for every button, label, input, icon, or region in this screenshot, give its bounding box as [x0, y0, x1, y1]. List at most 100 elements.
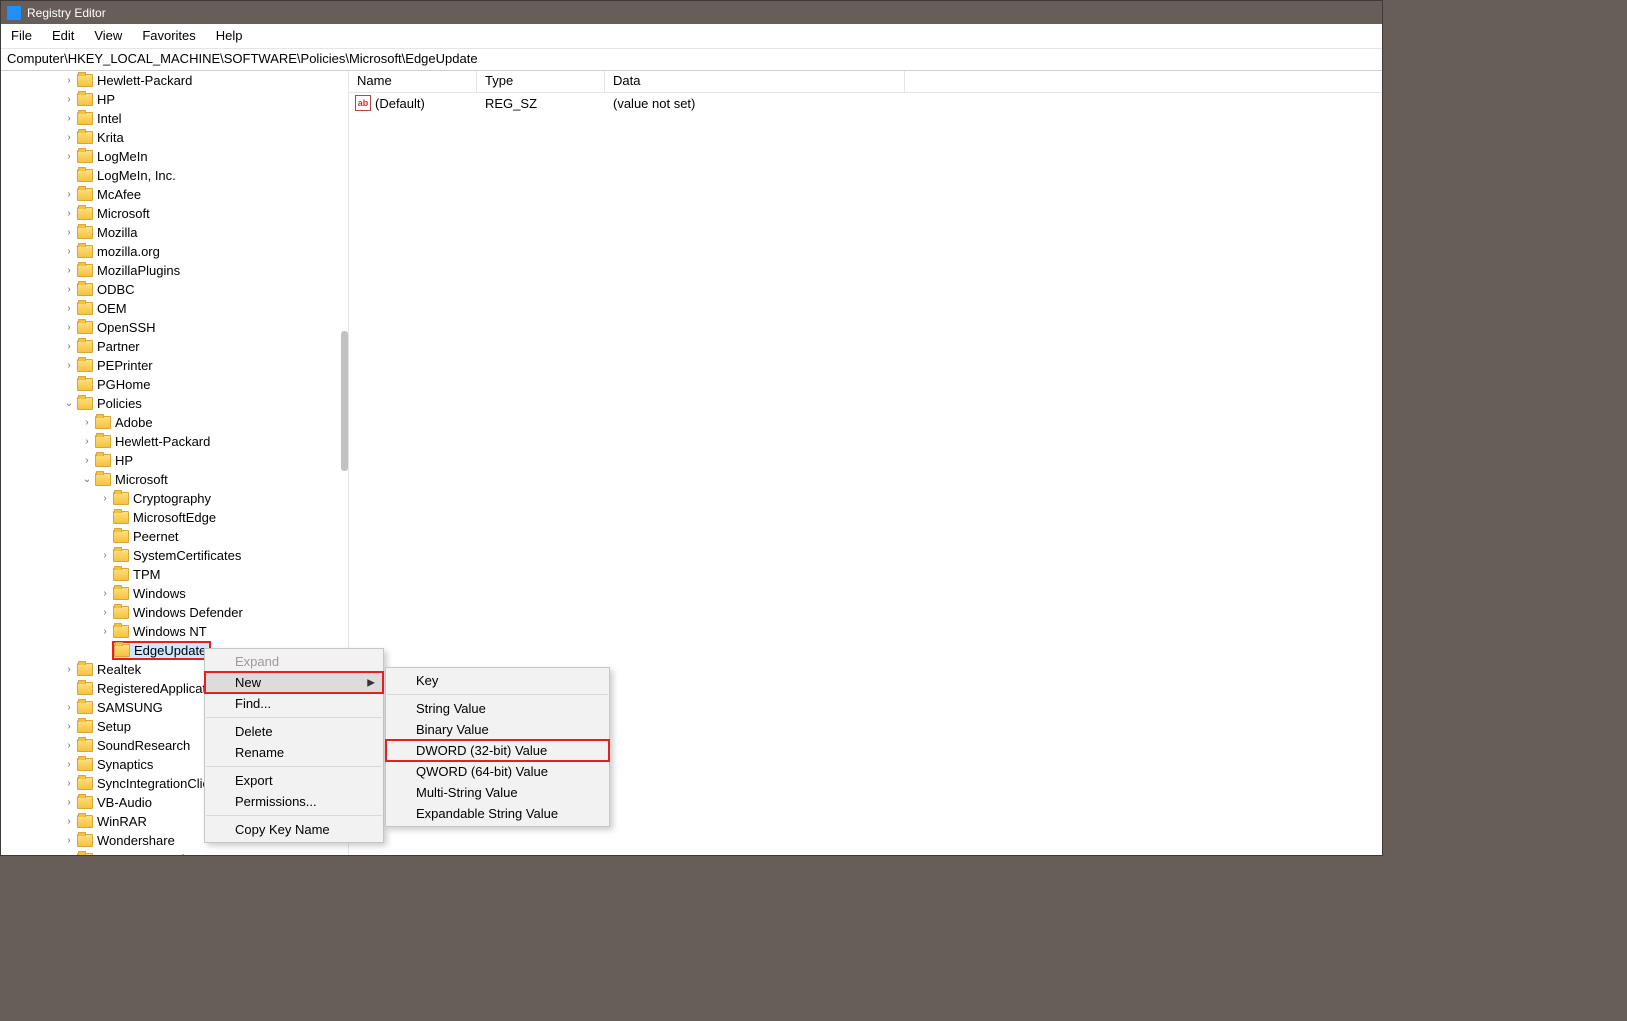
chevron-right-icon[interactable]: ›: [63, 151, 75, 162]
tree-item[interactable]: ›Cryptography: [1, 489, 341, 508]
col-data[interactable]: Data: [605, 71, 905, 92]
tree-item[interactable]: ›Partner: [1, 337, 341, 356]
chevron-right-icon[interactable]: ›: [63, 132, 75, 143]
ctx-new[interactable]: New ▶: [205, 672, 383, 693]
chevron-right-icon[interactable]: ›: [63, 284, 75, 295]
chevron-right-icon[interactable]: ›: [63, 341, 75, 352]
menu-edit[interactable]: Edit: [42, 24, 84, 48]
chevron-down-icon[interactable]: ⌄: [63, 398, 75, 409]
tree-item[interactable]: ›Intel: [1, 109, 341, 128]
tree-item[interactable]: ›HP: [1, 451, 341, 470]
chevron-right-icon[interactable]: ›: [63, 854, 75, 855]
tree-item[interactable]: ›Windows Defender: [1, 603, 341, 622]
separator: [206, 717, 382, 718]
menu-file[interactable]: File: [1, 24, 42, 48]
chevron-right-icon[interactable]: ›: [81, 417, 93, 428]
tree-item[interactable]: ›MozillaPlugins: [1, 261, 341, 280]
tree-item[interactable]: PGHome: [1, 375, 341, 394]
tree-item[interactable]: ⌄Microsoft: [1, 470, 341, 489]
ctx-new-qword[interactable]: QWORD (64-bit) Value: [386, 761, 609, 782]
chevron-right-icon[interactable]: ›: [81, 436, 93, 447]
ctx-delete[interactable]: Delete: [205, 721, 383, 742]
chevron-right-icon[interactable]: ›: [63, 208, 75, 219]
chevron-right-icon[interactable]: ›: [63, 778, 75, 789]
tree-item-selected[interactable]: EdgeUpdate: [113, 642, 210, 659]
menu-help[interactable]: Help: [206, 24, 253, 48]
chevron-right-icon[interactable]: ›: [63, 702, 75, 713]
chevron-right-icon[interactable]: ›: [63, 360, 75, 371]
ctx-new-expandable[interactable]: Expandable String Value: [386, 803, 609, 824]
ctx-new-string[interactable]: String Value: [386, 698, 609, 719]
ctx-find[interactable]: Find...: [205, 693, 383, 714]
tree-item[interactable]: Peernet: [1, 527, 341, 546]
chevron-right-icon[interactable]: ›: [63, 322, 75, 333]
tree-item[interactable]: ›LogMeIn: [1, 147, 341, 166]
chevron-down-icon[interactable]: ⌄: [81, 474, 93, 485]
chevron-right-icon[interactable]: ›: [63, 189, 75, 200]
chevron-right-icon[interactable]: ›: [63, 113, 75, 124]
tree-item[interactable]: ⌄ Policies: [1, 394, 341, 413]
chevron-right-icon[interactable]: ›: [99, 550, 111, 561]
tree-item[interactable]: ›HP: [1, 90, 341, 109]
address-bar[interactable]: Computer\HKEY_LOCAL_MACHINE\SOFTWARE\Pol…: [1, 49, 1382, 71]
tree-item[interactable]: ›McAfee: [1, 185, 341, 204]
tree-item[interactable]: MicrosoftEdge: [1, 508, 341, 527]
folder-icon: [77, 131, 93, 144]
chevron-right-icon[interactable]: ›: [63, 721, 75, 732]
ctx-new-dword[interactable]: DWORD (32-bit) Value: [386, 740, 609, 761]
tree-item-label: Windows: [133, 586, 186, 601]
ctx-copy-key-name[interactable]: Copy Key Name: [205, 819, 383, 840]
tree-item-label: SAMSUNG: [97, 700, 163, 715]
tree-item[interactable]: ›WOW6432Node: [1, 850, 341, 855]
chevron-right-icon[interactable]: ›: [99, 493, 111, 504]
tree-item[interactable]: ›Mozilla: [1, 223, 341, 242]
ctx-export[interactable]: Export: [205, 770, 383, 791]
tree-item[interactable]: ›Microsoft: [1, 204, 341, 223]
titlebar[interactable]: Registry Editor: [1, 1, 1382, 24]
chevron-right-icon[interactable]: ›: [63, 265, 75, 276]
chevron-right-icon[interactable]: ›: [99, 588, 111, 599]
col-name[interactable]: Name: [349, 71, 477, 92]
menu-favorites[interactable]: Favorites: [132, 24, 205, 48]
chevron-right-icon[interactable]: ›: [63, 835, 75, 846]
tree-item[interactable]: TPM: [1, 565, 341, 584]
tree-item[interactable]: ›Krita: [1, 128, 341, 147]
chevron-right-icon[interactable]: ›: [63, 740, 75, 751]
tree-item[interactable]: ›mozilla.org: [1, 242, 341, 261]
chevron-right-icon[interactable]: ›: [81, 455, 93, 466]
list-row[interactable]: ab(Default)REG_SZ(value not set): [349, 93, 1382, 113]
chevron-right-icon[interactable]: ›: [63, 303, 75, 314]
menu-view[interactable]: View: [84, 24, 132, 48]
tree-scrollbar[interactable]: [341, 331, 348, 471]
folder-icon: [77, 74, 93, 87]
tree-item[interactable]: ›PEPrinter: [1, 356, 341, 375]
chevron-right-icon[interactable]: ›: [63, 759, 75, 770]
ctx-new-key[interactable]: Key: [386, 670, 609, 691]
tree-item[interactable]: ›OpenSSH: [1, 318, 341, 337]
chevron-right-icon[interactable]: ›: [63, 664, 75, 675]
tree-item[interactable]: ›Hewlett-Packard: [1, 71, 341, 90]
tree-item-label: Policies: [97, 396, 142, 411]
chevron-right-icon[interactable]: ›: [63, 94, 75, 105]
chevron-right-icon[interactable]: ›: [63, 246, 75, 257]
chevron-right-icon[interactable]: ›: [63, 227, 75, 238]
ctx-new-binary[interactable]: Binary Value: [386, 719, 609, 740]
chevron-right-icon[interactable]: ›: [99, 607, 111, 618]
col-type[interactable]: Type: [477, 71, 605, 92]
list-body[interactable]: ab(Default)REG_SZ(value not set): [349, 93, 1382, 113]
tree-item[interactable]: ›SystemCertificates: [1, 546, 341, 565]
tree-item[interactable]: ›ODBC: [1, 280, 341, 299]
ctx-permissions[interactable]: Permissions...: [205, 791, 383, 812]
chevron-right-icon[interactable]: ›: [99, 626, 111, 637]
tree-item[interactable]: ›OEM: [1, 299, 341, 318]
chevron-right-icon[interactable]: ›: [63, 816, 75, 827]
chevron-right-icon[interactable]: ›: [63, 797, 75, 808]
tree-item[interactable]: ›Adobe: [1, 413, 341, 432]
ctx-new-multistring[interactable]: Multi-String Value: [386, 782, 609, 803]
tree-item[interactable]: › Windows: [1, 584, 341, 603]
ctx-rename[interactable]: Rename: [205, 742, 383, 763]
tree-item[interactable]: LogMeIn, Inc.: [1, 166, 341, 185]
chevron-right-icon[interactable]: ›: [63, 75, 75, 86]
tree-item[interactable]: ›Windows NT: [1, 622, 341, 641]
tree-item[interactable]: ›Hewlett-Packard: [1, 432, 341, 451]
